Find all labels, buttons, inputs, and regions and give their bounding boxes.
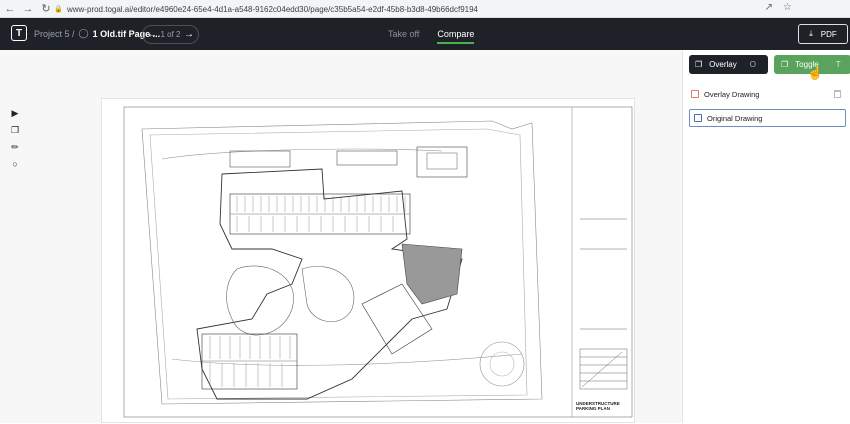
app-header: T Project 5 / ◯ 1 Old.tif Page ... ← 1 o… — [0, 18, 850, 50]
layer-label: Original Drawing — [707, 113, 763, 123]
overlay-label: Overlay — [709, 60, 737, 69]
original-layer-icon — [694, 114, 702, 122]
overlay-shortcut: O — [749, 60, 756, 69]
star-icon[interactable]: ☆ — [783, 2, 792, 13]
lock-icon: 🔒 — [54, 6, 63, 13]
area-tool-icon[interactable]: ❐ — [9, 124, 21, 136]
reload-icon[interactable]: ↻ — [38, 1, 54, 17]
trash-icon[interactable] — [834, 90, 841, 98]
breadcrumb-project[interactable]: Project 5 / — [34, 29, 75, 39]
download-icon: ⤓ — [809, 29, 813, 38]
url-text: www-prod.togal.ai/editor/e4960e24-65e4-4… — [67, 4, 478, 14]
overlay-icon: ❐ — [695, 60, 703, 69]
overlay-layer-icon — [691, 90, 699, 98]
layer-overlay-drawing[interactable]: Overlay Drawing — [689, 85, 846, 103]
tool-palette: ▶ ❐ ✏ ○ — [7, 105, 23, 177]
mode-tabs: Take off Compare — [388, 29, 475, 44]
next-page-icon[interactable]: → — [184, 29, 194, 40]
layer-label: Overlay Drawing — [704, 89, 760, 99]
drawing-canvas[interactable]: ▶ ❐ ✏ ○ UNDERSTRUCTURE PARKING PLAN — [0, 50, 682, 423]
layer-original-drawing[interactable]: Original Drawing — [689, 109, 846, 127]
browser-toolbar: ← → ↻ 🔒 www-prod.togal.ai/editor/e4960e2… — [0, 0, 850, 18]
compare-panel: ❐ Overlay O ❐ Toggle T ☝ Overlay Drawing… — [682, 50, 850, 423]
drawing-sheet: UNDERSTRUCTURE PARKING PLAN — [101, 98, 635, 423]
page-indicator: 1 of 2 — [160, 30, 181, 39]
check-circle-icon: ◯ — [78, 28, 89, 38]
count-tool-icon[interactable]: ○ — [9, 158, 21, 170]
arrow-left-icon[interactable]: ← — [2, 1, 18, 17]
tab-compare[interactable]: Compare — [437, 29, 475, 44]
togal-logo[interactable]: T — [11, 25, 27, 41]
share-icon[interactable]: ↗ — [765, 2, 773, 13]
site-plan-drawing — [123, 106, 633, 418]
page-pager: ← 1 of 2 → — [142, 25, 199, 44]
address-bar[interactable]: 🔒 www-prod.togal.ai/editor/e4960e24-65e4… — [54, 2, 784, 16]
pdf-export-button[interactable]: ⤓ PDF — [798, 24, 848, 44]
prev-page-icon[interactable]: ← — [147, 29, 157, 40]
toggle-icon: ❐ — [781, 60, 789, 69]
sheet-title-block: UNDERSTRUCTURE PARKING PLAN — [576, 401, 620, 412]
ruler-tool-icon[interactable]: ✏ — [9, 141, 21, 153]
pdf-label: PDF — [820, 29, 837, 39]
overlay-button[interactable]: ❐ Overlay O — [689, 55, 768, 74]
arrow-right-icon[interactable]: → — [20, 1, 36, 17]
hand-cursor-icon: ☝ — [807, 65, 824, 80]
pointer-tool-icon[interactable]: ▶ — [9, 107, 21, 119]
tab-take-off[interactable]: Take off — [388, 29, 419, 39]
toggle-shortcut: T — [835, 60, 841, 69]
